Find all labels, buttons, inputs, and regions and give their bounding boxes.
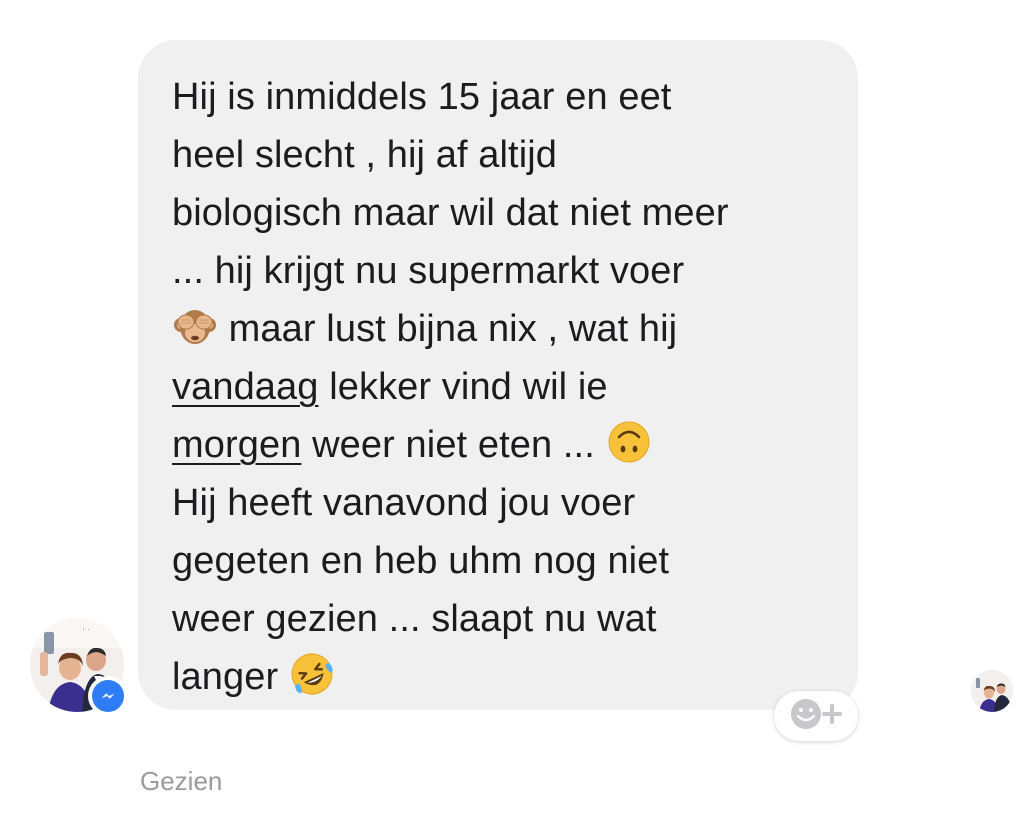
add-reaction-button[interactable]: [774, 691, 858, 741]
messenger-badge: [88, 676, 128, 716]
see-no-evil-monkey-emoji: [172, 303, 218, 349]
seen-status: Gezien: [140, 766, 223, 796]
message-line: gegeten en heb uhm nog niet: [172, 540, 670, 582]
message-line: morgen weer niet eten ...: [172, 416, 828, 474]
message-bubble[interactable]: Hij is inmiddels 15 jaar en eet heel sle…: [138, 40, 858, 710]
messenger-icon: [92, 680, 124, 712]
message-line: Hij heeft vanavond jou voer: [172, 482, 636, 524]
message-line: vandaag lekker vind wil ie: [172, 366, 608, 408]
underlined-word-morgen: morgen: [172, 424, 302, 466]
add-reaction-icon: [784, 696, 848, 737]
upside-down-face-emoji: [606, 419, 652, 465]
message-line: weer gezien ... slaapt nu wat: [172, 598, 657, 640]
rolling-on-floor-laughing-emoji: [289, 651, 335, 697]
message-line: maar lust bijna nix , wat hij: [172, 300, 828, 358]
read-receipt-avatar: [971, 670, 1013, 712]
message-line: ... hij krijgt nu supermarkt voer: [172, 250, 685, 292]
message-line: langer: [172, 648, 828, 706]
message-line: Hij is inmiddels 15 jaar en eet: [172, 76, 672, 118]
svg-text:· ·: · ·: [82, 624, 91, 634]
underlined-word-vandaag: vandaag: [172, 366, 319, 408]
message-line: heel slecht , hij af altijd: [172, 134, 558, 176]
message-line: biologisch maar wil dat niet meer: [172, 192, 729, 234]
conversation-view: Hij is inmiddels 15 jaar en eet heel sle…: [0, 0, 1024, 819]
